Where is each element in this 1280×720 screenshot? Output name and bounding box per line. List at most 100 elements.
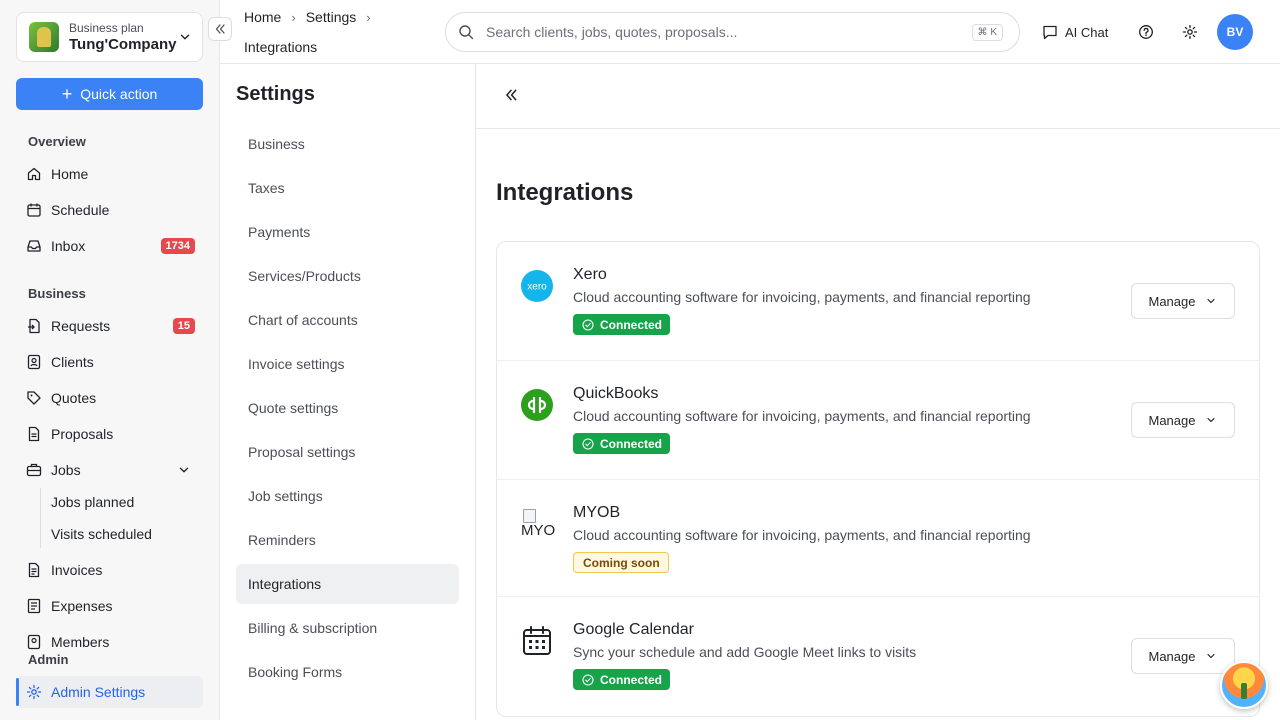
sidebar-item-label: Proposals (51, 426, 114, 442)
sidebar-item-label: Invoices (51, 562, 103, 578)
settings-item-services-products[interactable]: Services/Products (236, 256, 459, 296)
status-label: Connected (600, 436, 663, 451)
quickbooks-logo-icon (521, 389, 553, 421)
main-content: Integrations xero Xero Cloud accounting … (476, 64, 1280, 720)
manage-button-xero[interactable]: Manage (1131, 283, 1235, 319)
settings-item-booking-forms[interactable]: Booking Forms (236, 652, 459, 692)
chevron-down-icon (179, 467, 189, 473)
invoice-icon (28, 562, 40, 578)
user-avatar[interactable]: BV (1217, 14, 1253, 50)
plus-icon: + (61, 84, 73, 104)
sidebar-item-jobs[interactable]: Jobs (16, 454, 203, 486)
sidebar-item-admin-settings[interactable]: Admin Settings (16, 676, 203, 708)
sidebar-item-visits-scheduled[interactable]: Visits scheduled (51, 526, 152, 542)
integrations-list: xero Xero Cloud accounting software for … (496, 241, 1260, 717)
calendar-icon (523, 626, 551, 655)
sidebar-item-expenses[interactable]: Expenses (16, 590, 203, 622)
settings-item-job-settings[interactable]: Job settings (236, 476, 459, 516)
breadcrumb-settings[interactable]: Settings (306, 9, 357, 25)
myob-logo-alt-text: MYOB (521, 522, 555, 539)
sidebar-item-members[interactable]: Members (16, 632, 203, 650)
settings-item-payments[interactable]: Payments (236, 212, 459, 252)
page-title: Integrations (496, 179, 634, 206)
manage-button-quickbooks[interactable]: Manage (1131, 402, 1235, 438)
settings-item-invoice-settings[interactable]: Invoice settings (236, 344, 459, 384)
double-chevron-left-icon (215, 24, 225, 34)
chevron-right-icon: › (366, 9, 371, 25)
gear-icon (1182, 24, 1198, 40)
breadcrumb: Home › Settings › (244, 9, 381, 25)
broken-image-icon: MYOB (521, 508, 555, 540)
assistant-launcher-button[interactable] (1220, 661, 1268, 709)
quick-action-label: Quick action (80, 86, 158, 102)
company-switcher[interactable]: Business plan Tung'Company (16, 12, 203, 62)
ai-chat-button[interactable]: AI Chat (1042, 20, 1108, 44)
sidebar-item-home[interactable]: Home (16, 158, 203, 190)
quick-action-button[interactable]: + Quick action (16, 78, 203, 110)
sidebar-item-quotes[interactable]: Quotes (16, 382, 203, 414)
admin-section-title: Admin (28, 652, 69, 667)
settings-title: Settings (236, 83, 315, 105)
settings-item-proposal-settings[interactable]: Proposal settings (236, 432, 459, 472)
collapse-settings-button[interactable] (504, 86, 518, 107)
settings-item-quote-settings[interactable]: Quote settings (236, 388, 459, 428)
integration-description: Cloud accounting software for invoicing,… (573, 408, 1031, 424)
sidebar-item-inbox[interactable]: Inbox 1734 (16, 230, 203, 262)
settings-item-reminders[interactable]: Reminders (236, 520, 459, 560)
xero-logo-text: xero (527, 282, 547, 293)
chevron-right-icon: › (291, 9, 296, 25)
status-label: Connected (600, 317, 663, 332)
settings-item-business[interactable]: Business (236, 124, 459, 164)
check-circle-icon (582, 318, 594, 331)
collapse-sidebar-button[interactable] (208, 17, 232, 41)
manage-button-google-calendar[interactable]: Manage (1131, 638, 1235, 674)
chevron-down-icon (1207, 298, 1216, 304)
search-icon (459, 25, 474, 40)
integration-name: Xero (573, 266, 607, 283)
sidebar-item-invoices[interactable]: Invoices (16, 554, 203, 586)
settings-item-billing-subscription[interactable]: Billing & subscription (236, 608, 459, 648)
sidebar-item-jobs-planned[interactable]: Jobs planned (51, 494, 134, 510)
check-circle-icon (582, 673, 594, 686)
sidebar-item-label: Expenses (51, 598, 113, 614)
chevron-down-icon (1207, 653, 1216, 659)
content-header (476, 64, 1280, 129)
members-icon (27, 634, 41, 650)
manage-label: Manage (1148, 293, 1196, 309)
status-badge: Connected (573, 669, 671, 690)
sidebar-item-requests[interactable]: Requests 15 (16, 310, 203, 342)
integration-row-google-calendar: Google Calendar Sync your schedule and a… (497, 597, 1259, 716)
sidebar-item-label: Inbox (51, 238, 86, 254)
status-badge: Connected (573, 433, 671, 454)
sidebar-item-label: Schedule (51, 202, 110, 218)
help-button[interactable] (1136, 22, 1156, 42)
integration-row-quickbooks: QuickBooks Cloud accounting software for… (497, 361, 1259, 480)
sidebar-item-clients[interactable]: Clients (16, 346, 203, 378)
briefcase-icon (26, 463, 42, 477)
settings-item-chart-of-accounts[interactable]: Chart of accounts (236, 300, 459, 340)
breadcrumb-home[interactable]: Home (244, 9, 281, 25)
search-bar[interactable]: ⌘ K (445, 12, 1020, 52)
integration-row-xero: xero Xero Cloud accounting software for … (497, 242, 1259, 361)
sidebar-item-proposals[interactable]: Proposals (16, 418, 203, 450)
chevron-down-icon (180, 34, 190, 40)
ai-chat-label: AI Chat (1065, 24, 1109, 40)
top-bar: Home › Settings › Integrations ⌘ K AI Ch… (220, 0, 1280, 64)
submenu-divider (40, 488, 41, 548)
integration-name: Google Calendar (573, 621, 694, 638)
gear-icon (26, 684, 42, 700)
business-section-title: Business (28, 286, 86, 301)
integration-row-myob: MYOB MYOB Cloud accounting software for … (497, 480, 1259, 597)
settings-item-integrations[interactable]: Integrations (236, 564, 459, 604)
settings-item-taxes[interactable]: Taxes (236, 168, 459, 208)
integration-name: MYOB (573, 504, 621, 521)
settings-button[interactable] (1180, 22, 1200, 42)
sidebar-item-schedule[interactable]: Schedule (16, 194, 203, 226)
sidebar-scroll-area: Members (0, 632, 219, 650)
calendar-icon (27, 203, 41, 217)
search-input[interactable] (486, 24, 972, 40)
request-icon (28, 318, 40, 334)
company-plan: Business plan (69, 20, 144, 35)
sidebar-item-label: Quotes (51, 390, 97, 406)
check-circle-icon (582, 437, 594, 450)
